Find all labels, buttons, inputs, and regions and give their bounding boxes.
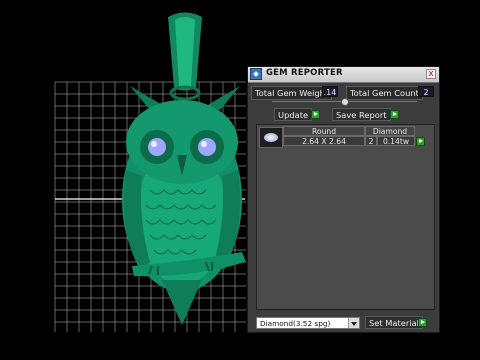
close-icon[interactable]: x bbox=[426, 69, 436, 79]
update-button[interactable]: Update bbox=[274, 108, 313, 121]
gem-list: Round 2.64 X 2.64 Diamond 2 0.14tw bbox=[256, 124, 435, 310]
owl-pendant-model bbox=[122, 12, 246, 325]
chevron-down-icon[interactable] bbox=[348, 318, 359, 328]
gem-row-go-icon[interactable] bbox=[416, 137, 425, 146]
round-gem-icon bbox=[259, 127, 283, 148]
save-report-go-icon[interactable] bbox=[390, 110, 399, 119]
right-eye-gem bbox=[198, 138, 216, 156]
material-name: Diamond bbox=[260, 319, 293, 328]
update-go-icon[interactable] bbox=[311, 110, 320, 119]
set-material-go-icon[interactable] bbox=[418, 318, 427, 327]
gem-carat-weight: 0.14tw bbox=[377, 136, 415, 146]
gem-shape: Round bbox=[283, 126, 365, 136]
gem-reporter-panel: GEM REPORTER x Total Gem Weight .14 Tota… bbox=[247, 66, 440, 333]
gem-count: 2 bbox=[365, 136, 377, 146]
total-gem-weight-value: .14 bbox=[322, 86, 338, 97]
material-dropdown[interactable]: Diamond (3.52 spg) bbox=[256, 317, 360, 329]
material-specific-gravity: (3.52 spg) bbox=[293, 319, 331, 328]
gem-reporter-titlebar[interactable]: GEM REPORTER x bbox=[248, 67, 439, 83]
left-eye-gem bbox=[148, 138, 166, 156]
total-gem-weight-label: Total Gem Weight bbox=[251, 86, 333, 100]
slider-handle[interactable] bbox=[341, 98, 349, 106]
set-material-button[interactable]: Set Material bbox=[365, 316, 423, 329]
panel-title: GEM REPORTER bbox=[266, 68, 343, 78]
total-gem-count-label: Total Gem Count bbox=[346, 86, 423, 100]
gem-material: Diamond bbox=[365, 126, 415, 136]
total-gem-count-value: 2 bbox=[418, 86, 434, 97]
gem-reporter-app-icon bbox=[250, 68, 262, 80]
gem-size: 2.64 X 2.64 bbox=[283, 136, 365, 146]
save-report-button[interactable]: Save Report bbox=[332, 108, 391, 121]
